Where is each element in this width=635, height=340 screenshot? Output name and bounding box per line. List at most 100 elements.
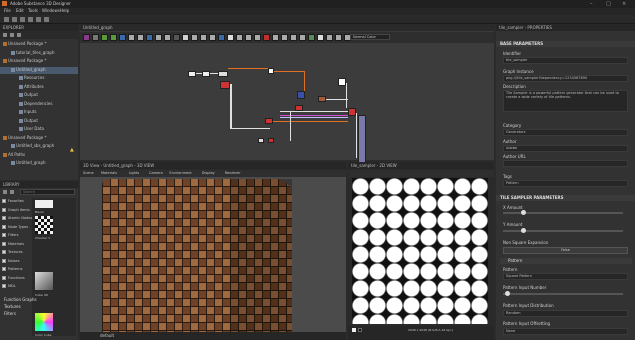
category-checkbox[interactable] bbox=[2, 207, 6, 212]
graph-tool-button[interactable] bbox=[236, 34, 243, 41]
open-icon[interactable] bbox=[12, 17, 17, 22]
graph-tool-button[interactable] bbox=[308, 34, 315, 41]
graph-tool-button[interactable] bbox=[218, 34, 225, 41]
menu-tools[interactable]: Tools bbox=[28, 8, 38, 14]
explorer-item[interactable]: Attributes bbox=[0, 84, 78, 91]
category-checkbox[interactable] bbox=[2, 216, 6, 220]
explorer-item[interactable]: Unsaved Package * bbox=[0, 41, 78, 48]
explorer-item[interactable]: All Paths bbox=[0, 152, 78, 159]
graph-tool-button[interactable] bbox=[173, 34, 180, 41]
graph-canvas[interactable] bbox=[80, 43, 494, 165]
graph-tool-button[interactable] bbox=[227, 34, 234, 41]
non-square-toggle[interactable]: False bbox=[503, 247, 628, 254]
minimize-icon[interactable]: – bbox=[590, 1, 593, 7]
explorer-item[interactable]: Dependencies bbox=[0, 101, 78, 108]
graph-mode-select[interactable]: Normal Color bbox=[350, 34, 390, 40]
view3d-menu-item[interactable]: Lights bbox=[129, 170, 140, 177]
channel-black-icon[interactable] bbox=[358, 328, 362, 332]
explorer-item[interactable]: Untitled_graph bbox=[0, 66, 78, 74]
y-amount-slider-handle[interactable] bbox=[521, 228, 526, 233]
graph-tool-button[interactable] bbox=[182, 34, 189, 41]
x-amount-slider[interactable] bbox=[503, 210, 623, 215]
explorer-item[interactable]: Inputs bbox=[0, 109, 78, 116]
graph-tool-button[interactable] bbox=[101, 34, 108, 41]
pattern-input-number-slider[interactable] bbox=[503, 291, 623, 296]
new-icon[interactable] bbox=[4, 17, 9, 22]
thumb-color-cube[interactable] bbox=[35, 313, 53, 331]
filter-icon[interactable] bbox=[3, 190, 7, 194]
open-package-icon[interactable] bbox=[10, 33, 14, 37]
property-field[interactable]: Tile Sampler is a powerful pattern gener… bbox=[503, 90, 628, 112]
graph-tab[interactable]: Untitled_graph bbox=[80, 24, 494, 31]
category-checkbox[interactable] bbox=[2, 284, 6, 288]
category-checkbox[interactable] bbox=[2, 224, 6, 229]
category-checkbox[interactable] bbox=[2, 241, 6, 246]
section-function-graphs[interactable]: Function Graphs bbox=[4, 297, 37, 303]
graph-tool-button[interactable] bbox=[164, 34, 171, 41]
graph-node[interactable] bbox=[258, 138, 264, 143]
category-checkbox[interactable] bbox=[2, 233, 6, 237]
graph-node[interactable] bbox=[218, 71, 228, 77]
graph-node[interactable] bbox=[188, 71, 196, 77]
section-tile-params[interactable]: TILE SAMPLER PARAMETERS bbox=[496, 195, 635, 201]
graph-node[interactable] bbox=[202, 71, 210, 77]
graph-tool-button[interactable] bbox=[200, 34, 207, 41]
menu-help[interactable]: Help bbox=[60, 8, 69, 14]
graph-tool-button[interactable] bbox=[137, 34, 144, 41]
save-package-icon[interactable] bbox=[17, 33, 21, 37]
graph-tool-button[interactable] bbox=[146, 34, 153, 41]
property-field[interactable]: tile_sampler bbox=[503, 57, 628, 64]
explorer-item[interactable]: Output bbox=[0, 92, 78, 99]
library-category[interactable]: Node Types bbox=[2, 224, 32, 231]
category-checkbox[interactable] bbox=[2, 267, 6, 271]
graph-tool-button[interactable] bbox=[83, 34, 90, 41]
settings-icon[interactable] bbox=[44, 17, 49, 22]
graph-tool-button[interactable] bbox=[263, 34, 270, 41]
menu-edit[interactable]: Edit bbox=[16, 8, 24, 14]
section-textures[interactable]: Textures bbox=[4, 304, 21, 310]
graph-node[interactable] bbox=[297, 91, 305, 99]
explorer-item[interactable]: User Data bbox=[0, 126, 78, 133]
library-category[interactable]: Favorites bbox=[2, 198, 32, 205]
close-icon[interactable]: × bbox=[622, 1, 626, 7]
category-checkbox[interactable] bbox=[2, 199, 6, 203]
graph-node[interactable] bbox=[220, 81, 230, 89]
graph-tool-button[interactable] bbox=[155, 34, 162, 41]
thumb-cube[interactable] bbox=[35, 272, 53, 290]
library-category[interactable]: Materials bbox=[2, 241, 32, 248]
library-category[interactable]: Atomic Nodes bbox=[2, 215, 32, 222]
graph-tool-button[interactable] bbox=[245, 34, 252, 41]
library-category[interactable]: Noises bbox=[2, 258, 32, 265]
graph-tool-button[interactable] bbox=[191, 34, 198, 41]
view2d-canvas[interactable] bbox=[352, 178, 488, 324]
menu-file[interactable]: File bbox=[4, 8, 11, 14]
view3d-menu-item[interactable]: Scene bbox=[83, 170, 94, 177]
library-category[interactable]: Patterns bbox=[2, 266, 32, 273]
explorer-item[interactable]: Untitled_sbs_graph bbox=[0, 143, 78, 150]
graph-tool-button[interactable] bbox=[281, 34, 288, 41]
explorer-item[interactable]: tutorial_tiles_graph bbox=[0, 50, 78, 57]
view3d-tab[interactable]: 3D View - Untitled_graph - 3D VIEW bbox=[80, 162, 346, 169]
channel-white-icon[interactable] bbox=[352, 328, 356, 332]
section-pattern[interactable]: Pattern bbox=[500, 258, 632, 264]
graph-node[interactable] bbox=[265, 118, 273, 124]
explorer-item[interactable]: Unsaved Package * bbox=[0, 135, 78, 142]
graph-node[interactable] bbox=[268, 138, 274, 143]
view3d-menu-item[interactable]: Display bbox=[202, 170, 215, 177]
view3d-viewport[interactable] bbox=[80, 177, 346, 332]
section-filters[interactable]: Filters bbox=[4, 311, 16, 317]
explorer-item[interactable]: Untitled_graph bbox=[0, 160, 78, 167]
view3d-menu-item[interactable]: Materials bbox=[101, 170, 117, 177]
property-field[interactable]: Pattern bbox=[503, 180, 628, 187]
graph-tool-button[interactable] bbox=[299, 34, 306, 41]
graph-node[interactable] bbox=[318, 96, 326, 102]
graph-tool-button[interactable] bbox=[326, 34, 333, 41]
graph-node[interactable] bbox=[348, 108, 356, 116]
graph-tool-button[interactable] bbox=[272, 34, 279, 41]
graph-tool-button[interactable] bbox=[290, 34, 297, 41]
menu-windows[interactable]: Windows bbox=[42, 8, 60, 14]
thumb-blend[interactable] bbox=[35, 200, 53, 208]
explorer-item[interactable]: Unsaved Package * bbox=[0, 58, 78, 65]
explorer-item[interactable]: Resources bbox=[0, 75, 78, 82]
pattern-select[interactable]: Square Pattern bbox=[503, 273, 628, 280]
